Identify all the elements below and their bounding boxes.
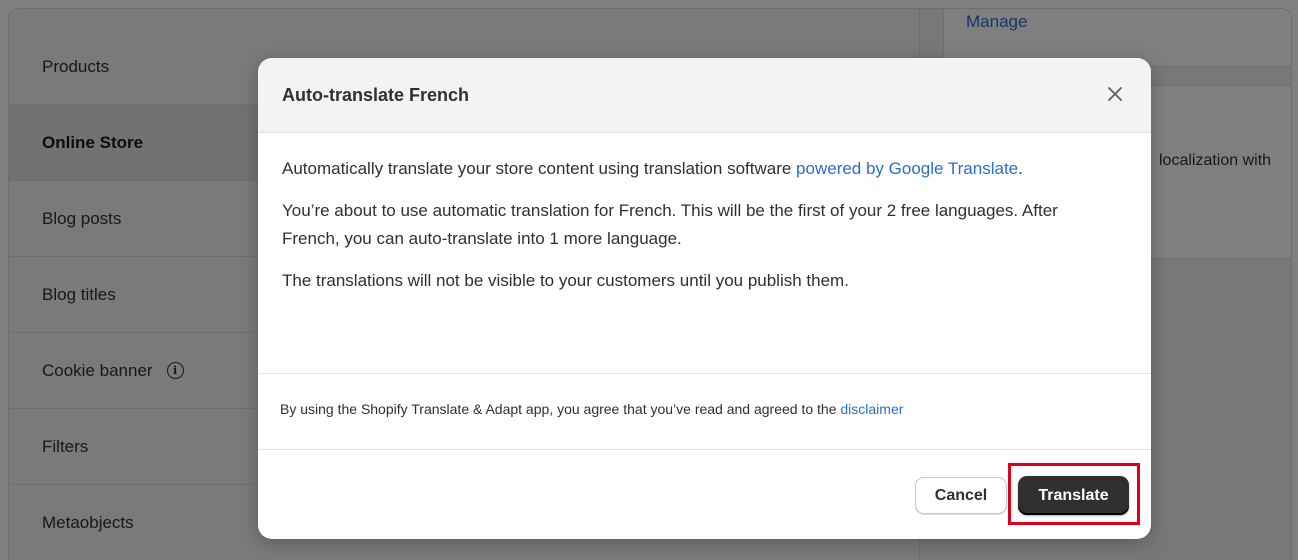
disclaimer-text: By using the Shopify Translate & Adapt a… bbox=[280, 401, 841, 417]
modal-header: Auto-translate French bbox=[258, 58, 1151, 133]
usage-paragraph: You’re about to use automatic translatio… bbox=[282, 201, 1058, 248]
visibility-paragraph: The translations will not be visible to … bbox=[282, 271, 849, 290]
google-translate-link[interactable]: powered by Google Translate bbox=[796, 159, 1018, 178]
intro-text: Automatically translate your store conte… bbox=[282, 159, 797, 178]
intro-period: . bbox=[1018, 159, 1023, 178]
close-button[interactable] bbox=[1101, 80, 1129, 108]
modal-title: Auto-translate French bbox=[282, 85, 470, 105]
disclaimer-link[interactable]: disclaimer bbox=[840, 401, 903, 417]
translate-button[interactable]: Translate bbox=[1018, 476, 1129, 515]
cancel-button[interactable]: Cancel bbox=[915, 477, 1007, 514]
modal-body: Automatically translate your store conte… bbox=[282, 155, 1112, 309]
disclaimer-note: By using the Shopify Translate & Adapt a… bbox=[280, 401, 903, 417]
divider bbox=[258, 373, 1151, 374]
auto-translate-modal: Auto-translate French Automatically tran… bbox=[258, 58, 1151, 539]
close-icon bbox=[1108, 87, 1122, 101]
intro-paragraph: Automatically translate your store conte… bbox=[282, 155, 1112, 183]
divider bbox=[258, 449, 1151, 450]
